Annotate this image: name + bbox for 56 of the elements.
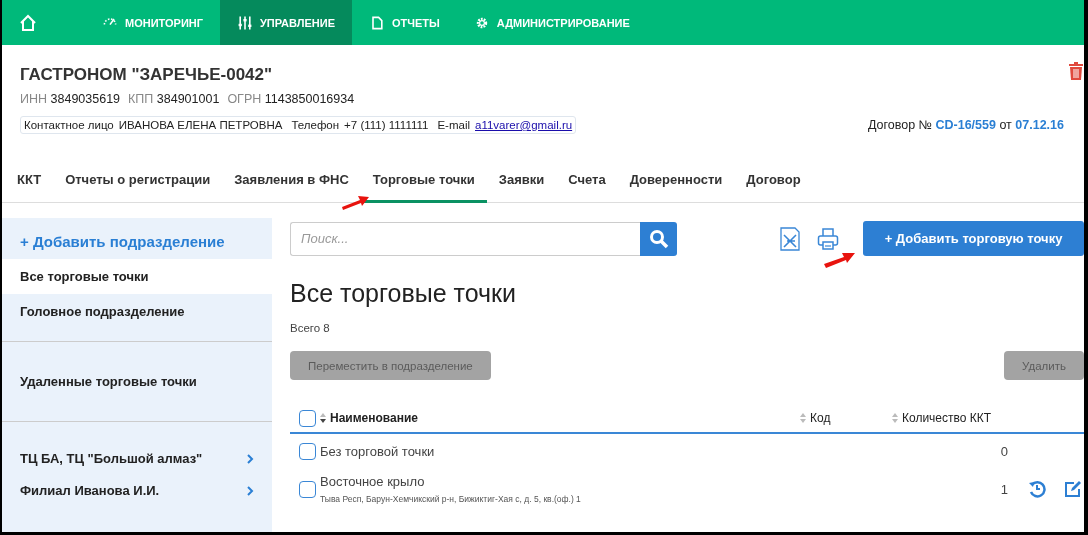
outlet-name: Восточное крыло	[320, 474, 426, 490]
company-detail: КПП 384901001	[128, 92, 220, 106]
sidebar-item[interactable]: Удаленные торговые точки	[2, 364, 272, 399]
document-icon	[369, 14, 385, 31]
chevron-icon	[247, 453, 254, 464]
history-icon[interactable]	[1028, 480, 1046, 499]
nav-tab[interactable]: УПРАВЛЕНИЕ	[220, 0, 352, 45]
tab[interactable]: Доверенности	[617, 160, 735, 203]
contract-link[interactable]: CD-16/559	[935, 118, 996, 132]
home-icon	[18, 12, 38, 33]
page-title: Все торговые точки	[290, 279, 518, 308]
contact-label: E-mail	[437, 119, 470, 131]
kkt-count: 1	[1000, 481, 1008, 497]
contact-label: Контактное лицо	[24, 119, 114, 131]
kkt-count: 0	[1000, 444, 1008, 460]
sidebar-item[interactable]: Все торговые точки	[2, 259, 272, 294]
sidebar-item[interactable]: Филиал Иванова И.И.	[2, 476, 272, 508]
contact-value: +7 (111) 1111111	[344, 119, 429, 131]
pointer-arrow	[340, 194, 370, 210]
column-header[interactable]: Наименование	[320, 411, 419, 425]
search-field[interactable]: Поиск...	[290, 221, 640, 256]
spreadsheet-icon[interactable]	[779, 226, 801, 251]
contact-label: Телефон	[291, 119, 340, 131]
sliders-icon	[237, 14, 253, 31]
tab[interactable]: ККТ	[5, 160, 54, 203]
trash-icon[interactable]	[1069, 62, 1083, 80]
outlet-name: Без торговой точки	[320, 444, 436, 460]
chevron-icon	[247, 485, 254, 496]
tab[interactable]: Договор	[734, 160, 813, 203]
contact-value: ИВАНОВА ЕЛЕНА ПЕТРОВНА	[118, 119, 283, 131]
contract-date: 07.12.16	[1015, 118, 1064, 132]
checkbox[interactable]	[299, 443, 316, 461]
add-outlet-button[interactable]: + Добавить торговую точку	[863, 221, 1084, 256]
company-name: ГАСТРОНОМ "ЗАРЕЧЬЕ-0042"	[20, 65, 274, 85]
total-count: Всего 8	[290, 322, 331, 334]
tab[interactable]: Счета	[556, 160, 618, 203]
tab[interactable]: Заявки	[486, 160, 557, 203]
checkbox[interactable]	[299, 480, 316, 498]
sidebar-item[interactable]: Головное подразделение	[2, 294, 272, 329]
printer-icon[interactable]	[817, 226, 839, 251]
search-button[interactable]	[640, 221, 677, 256]
checkbox[interactable]	[299, 410, 316, 427]
email-link[interactable]: a11varer@gmail.ru	[475, 119, 573, 131]
tab[interactable]: Заявления в ФНС	[222, 160, 361, 203]
edit-icon[interactable]	[1064, 480, 1082, 499]
outlet-address: Тыва Респ, Барун-Хемчикский р-н, Бижиктиг-Хая с, д. 5, кв.(оф.) 1	[320, 494, 582, 505]
add-division-link[interactable]: + Добавить подразделение	[2, 218, 272, 259]
tab[interactable]: Отчеты о регистрации	[53, 160, 223, 203]
column-header[interactable]: Количество ККТ	[892, 411, 992, 425]
sidebar-item[interactable]: ТЦ БА, ТЦ "Большой алмаз"	[2, 444, 272, 476]
contract-info: Договор № CD-16/559 от 07.12.16	[867, 118, 1064, 132]
company-detail: ИНН 3849035619	[20, 92, 121, 106]
pointer-arrow	[822, 252, 856, 268]
company-detail: ОГРН 1143850016934	[227, 92, 355, 106]
search-icon	[648, 228, 669, 249]
column-header[interactable]: Код	[800, 411, 831, 425]
